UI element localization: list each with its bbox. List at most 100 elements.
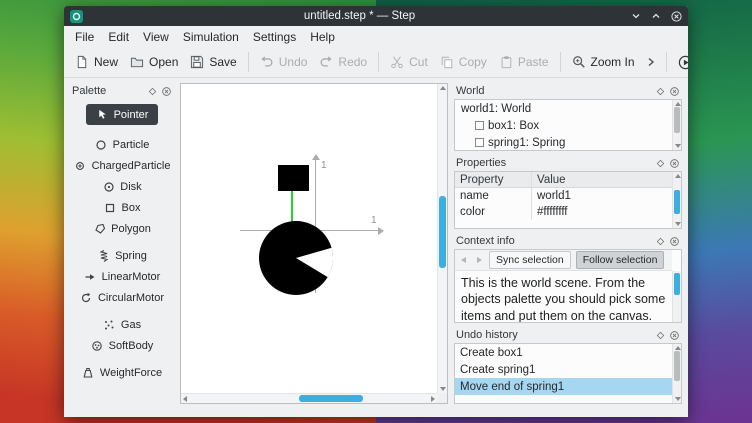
close-panel-icon[interactable] xyxy=(669,330,680,341)
scroll-up-icon[interactable] xyxy=(440,86,446,90)
palette-item-particle[interactable]: Particle xyxy=(89,135,156,154)
properties-scrollbar[interactable] xyxy=(672,172,681,228)
open-button[interactable]: Open xyxy=(124,51,184,73)
undo-scrollbar[interactable] xyxy=(672,344,681,403)
palette-item-linearmotor[interactable]: LinearMotor xyxy=(78,267,167,286)
y-axis-tick-label: 1 xyxy=(321,160,327,171)
palette-item-pointer[interactable]: Pointer xyxy=(86,104,159,125)
main-area: Palette Pointer xyxy=(64,78,688,417)
column-value[interactable]: Value xyxy=(531,172,672,187)
scroll-down-icon[interactable] xyxy=(675,397,681,401)
property-row-name[interactable]: name world1 xyxy=(455,188,672,204)
box1-object[interactable] xyxy=(278,165,309,191)
undo-item-create-box1[interactable]: Create box1 xyxy=(455,344,672,361)
world-scrollbar[interactable] xyxy=(672,100,681,150)
tree-item-spring1[interactable]: spring1: Spring xyxy=(455,134,672,151)
undo-icon xyxy=(260,55,274,69)
toolbar-overflow-chevron-icon[interactable] xyxy=(641,57,661,67)
properties-panel-header: Properties xyxy=(454,155,682,171)
scroll-handle[interactable] xyxy=(674,273,680,295)
close-panel-icon[interactable] xyxy=(161,86,172,97)
sync-selection-button[interactable]: Sync selection xyxy=(489,251,571,269)
scroll-up-icon[interactable] xyxy=(675,102,681,106)
undo-item-create-spring1[interactable]: Create spring1 xyxy=(455,361,672,378)
palette-item-gas[interactable]: Gas xyxy=(97,315,147,334)
close-panel-icon[interactable] xyxy=(669,158,680,169)
menu-file[interactable]: File xyxy=(68,28,101,46)
menu-edit[interactable]: Edit xyxy=(101,28,136,46)
menu-view[interactable]: View xyxy=(136,28,176,46)
context-info-body: Sync selection Follow selection This is … xyxy=(454,249,682,323)
world-scene-canvas[interactable]: 1 1 xyxy=(180,83,448,404)
toolbar-separator xyxy=(560,52,561,72)
undo-button[interactable]: Undo xyxy=(254,51,314,73)
paste-icon xyxy=(499,55,513,69)
scroll-left-icon[interactable] xyxy=(183,396,187,402)
menu-settings[interactable]: Settings xyxy=(246,28,303,46)
float-panel-icon[interactable] xyxy=(147,86,158,97)
palette-item-softbody[interactable]: SoftBody xyxy=(85,336,160,355)
redo-button[interactable]: Redo xyxy=(313,51,373,73)
toolbar: New Open Save Undo Redo xyxy=(64,47,688,78)
palette-item-polygon[interactable]: Polygon xyxy=(87,219,157,238)
scroll-down-icon[interactable] xyxy=(675,222,681,226)
follow-selection-button[interactable]: Follow selection xyxy=(576,251,665,269)
properties-header-row[interactable]: Property Value xyxy=(455,172,672,188)
close-panel-icon[interactable] xyxy=(669,86,680,97)
menu-help[interactable]: Help xyxy=(303,28,342,46)
scroll-handle[interactable] xyxy=(674,190,680,214)
property-row-color[interactable]: color #ffffffff xyxy=(455,204,672,220)
scroll-down-icon[interactable] xyxy=(675,144,681,148)
scroll-down-icon[interactable] xyxy=(440,387,446,391)
scroll-handle[interactable] xyxy=(674,351,680,381)
float-panel-icon[interactable] xyxy=(655,236,666,247)
visibility-checkbox[interactable] xyxy=(475,121,484,130)
undo-history-list: Create box1 Create spring1 Move end of s… xyxy=(454,343,682,404)
menubar: File Edit View Simulation Settings Help xyxy=(64,26,688,47)
float-panel-icon[interactable] xyxy=(655,158,666,169)
context-scrollbar[interactable] xyxy=(672,271,681,322)
zoom-in-button[interactable]: Zoom In xyxy=(566,51,641,73)
column-property[interactable]: Property xyxy=(455,172,531,187)
close-icon[interactable] xyxy=(670,10,682,22)
forward-icon[interactable] xyxy=(474,255,484,265)
scroll-up-icon[interactable] xyxy=(675,174,681,178)
float-panel-icon[interactable] xyxy=(655,86,666,97)
float-panel-icon[interactable] xyxy=(655,330,666,341)
undo-item-move-end-of-spring1[interactable]: Move end of spring1 xyxy=(455,378,672,395)
tree-item-box1[interactable]: box1: Box xyxy=(455,117,672,134)
canvas-horizontal-scrollbar[interactable] xyxy=(181,393,437,403)
back-icon[interactable] xyxy=(459,255,469,265)
tree-item-world1[interactable]: world1: World xyxy=(455,100,672,117)
y-axis-arrow xyxy=(312,154,320,160)
menu-simulation[interactable]: Simulation xyxy=(176,28,246,46)
cut-button[interactable]: Cut xyxy=(384,51,434,73)
disk-object[interactable] xyxy=(258,220,334,296)
palette-item-weightforce[interactable]: WeightForce xyxy=(76,363,168,382)
save-button[interactable]: Save xyxy=(184,51,242,73)
world-panel-header: World xyxy=(454,83,682,99)
palette-item-chargedparticle[interactable]: ChargedParticle xyxy=(70,156,174,175)
simulate-button[interactable]: Simulate xyxy=(672,51,688,74)
visibility-checkbox[interactable] xyxy=(475,138,484,147)
palette-item-spring[interactable]: Spring xyxy=(91,246,153,265)
palette-item-box[interactable]: Box xyxy=(98,198,147,217)
scroll-right-icon[interactable] xyxy=(431,396,435,402)
paste-button[interactable]: Paste xyxy=(493,51,555,73)
copy-button[interactable]: Copy xyxy=(434,51,493,73)
palette-item-disk[interactable]: Disk xyxy=(96,177,147,196)
properties-panel: Properties Property Value xyxy=(454,155,682,229)
canvas-vertical-scroll-handle[interactable] xyxy=(439,196,446,268)
scroll-up-icon[interactable] xyxy=(675,346,681,350)
simulate-play-icon xyxy=(678,55,688,70)
titlebar[interactable]: untitled.step * — Step xyxy=(64,6,688,26)
scroll-handle[interactable] xyxy=(674,107,680,133)
close-panel-icon[interactable] xyxy=(669,236,680,247)
maximize-icon[interactable] xyxy=(650,10,662,22)
canvas-vertical-scrollbar[interactable] xyxy=(437,84,447,393)
app-icon xyxy=(70,10,83,23)
new-button[interactable]: New xyxy=(69,51,124,73)
minimize-icon[interactable] xyxy=(630,10,642,22)
canvas-horizontal-scroll-handle[interactable] xyxy=(299,395,363,402)
palette-item-circularmotor[interactable]: CircularMotor xyxy=(74,288,170,307)
